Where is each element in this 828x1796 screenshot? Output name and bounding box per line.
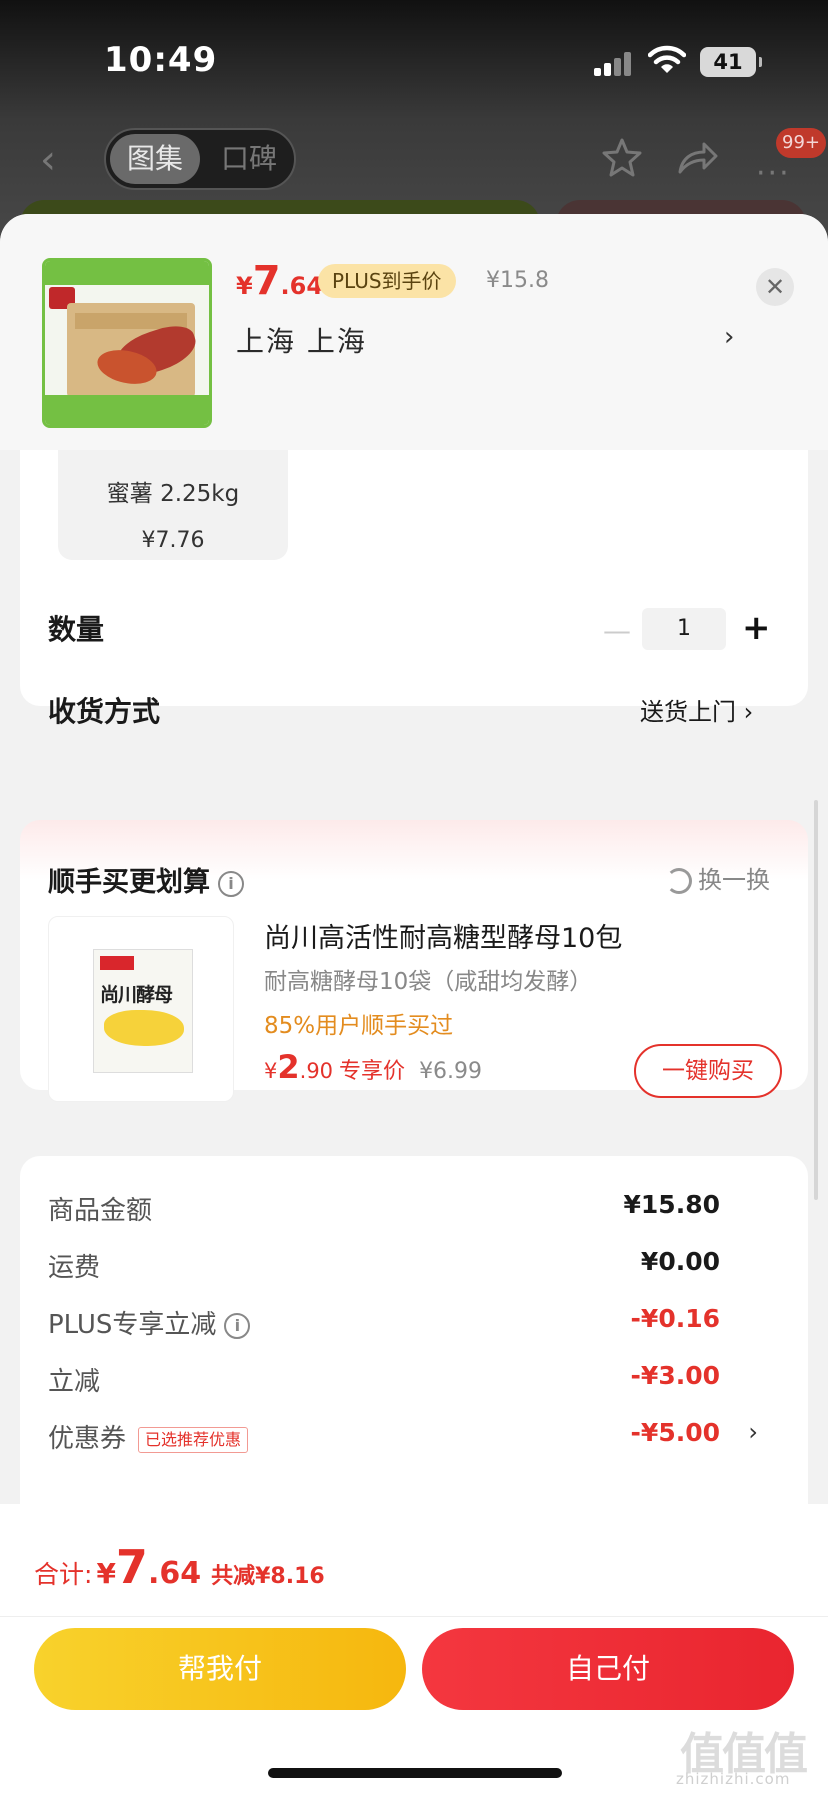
bundle-purchase-rate: 85%用户顺手买过	[264, 1013, 454, 1039]
pay-myself-button[interactable]: 自己付	[422, 1628, 794, 1710]
total-saved: 共减¥8.16	[211, 1564, 325, 1589]
favorite-star-icon[interactable]	[600, 136, 644, 180]
delivery-method-label: 收货方式	[48, 695, 161, 728]
gallery-review-switch: 图集 口碑	[104, 128, 296, 190]
tab-gallery[interactable]: 图集	[110, 134, 200, 184]
summary-row-coupon[interactable]: 优惠券 已选推荐优惠 -¥5.00 ›	[48, 1418, 788, 1458]
plus-price: ¥7.64	[236, 258, 324, 304]
message-badge: 99+	[776, 128, 826, 158]
bundle-product-image[interactable]: 尚川酵母	[48, 916, 234, 1102]
total-amount: 合计: ¥7.64 共减¥8.16	[34, 1540, 325, 1594]
delivery-address[interactable]: 上海 上海	[236, 320, 367, 360]
chevron-right-icon: ›	[748, 1418, 758, 1446]
tab-reviews[interactable]: 口碑	[204, 134, 294, 184]
home-indicator	[268, 1768, 562, 1778]
original-price: ¥15.8	[486, 268, 549, 293]
bundle-product-name[interactable]: 尚川高活性耐高糖型酵母10包	[264, 916, 622, 955]
wifi-icon	[648, 45, 686, 73]
quantity-input[interactable]: 1	[642, 608, 726, 650]
close-button[interactable]: ✕	[756, 268, 794, 306]
delivery-method-value[interactable]: 送货上门 ›	[640, 692, 753, 727]
status-time: 10:49	[104, 40, 218, 80]
spec-name: 蜜薯 2.25kg	[106, 481, 240, 507]
bundle-title: 顺手买更划算 i	[48, 860, 244, 899]
bundle-card: 顺手买更划算 i 换一换 尚川酵母 尚川高活性耐高糖型酵母10包 耐高糖酵母10袋…	[20, 820, 808, 1102]
summary-row-shipping: 运费 ¥0.00	[48, 1247, 720, 1283]
spec-price: ¥7.76	[141, 528, 205, 553]
quantity-decrease-button[interactable]: —	[602, 614, 632, 647]
quantity-increase-button[interactable]: +	[742, 608, 771, 648]
divider	[0, 1616, 828, 1617]
summary-row-instant-discount: 立减 -¥3.00	[48, 1361, 720, 1397]
sheet-header: ¥7.64 PLUS到手价 ¥15.8 上海 上海 › ✕	[0, 214, 828, 450]
watermark-url: zhizhizhi.com	[676, 1770, 791, 1788]
coupon-tag: 已选推荐优惠	[138, 1426, 249, 1453]
one-click-buy-button[interactable]: 一键购买	[634, 1044, 782, 1098]
info-icon[interactable]: i	[218, 870, 244, 897]
info-icon[interactable]: i	[224, 1312, 251, 1339]
scrollbar[interactable]	[814, 800, 818, 1200]
product-image	[42, 258, 212, 428]
bundle-product-subtitle: 耐高糖酵母10袋（咸甜均发酵）	[264, 969, 593, 995]
battery-icon: 41	[700, 47, 762, 77]
order-summary: 商品金额 ¥15.80 运费 ¥0.00 PLUS专享立减 i -¥0.16 立减…	[20, 1156, 808, 1516]
quantity-label: 数量	[48, 613, 105, 646]
share-icon[interactable]	[676, 138, 718, 178]
refresh-icon	[666, 868, 692, 894]
bundle-price: ¥2.90 专享价 ¥6.99	[264, 1048, 483, 1086]
more-dots-icon[interactable]: ···	[756, 156, 791, 191]
summary-row-plus-discount: PLUS专享立减 i -¥0.16	[48, 1304, 720, 1340]
chevron-right-icon[interactable]: ›	[724, 322, 734, 352]
help-me-pay-button[interactable]: 帮我付	[34, 1628, 406, 1710]
plus-price-tag: PLUS到手价	[318, 264, 456, 298]
cellular-signal-icon	[594, 52, 634, 76]
product-nav-bar: ‹ 图集 口碑 ··· 99+	[0, 128, 828, 192]
status-bar: 10:49 41	[0, 0, 828, 120]
checkout-footer: 合计: ¥7.64 共减¥8.16 帮我付 自己付 值值值 zhizhizhi.co…	[0, 1504, 828, 1796]
swap-button[interactable]: 换一换	[666, 860, 770, 895]
summary-row-goods: 商品金额 ¥15.80	[48, 1190, 720, 1226]
back-arrow-icon[interactable]: ‹	[40, 140, 70, 180]
